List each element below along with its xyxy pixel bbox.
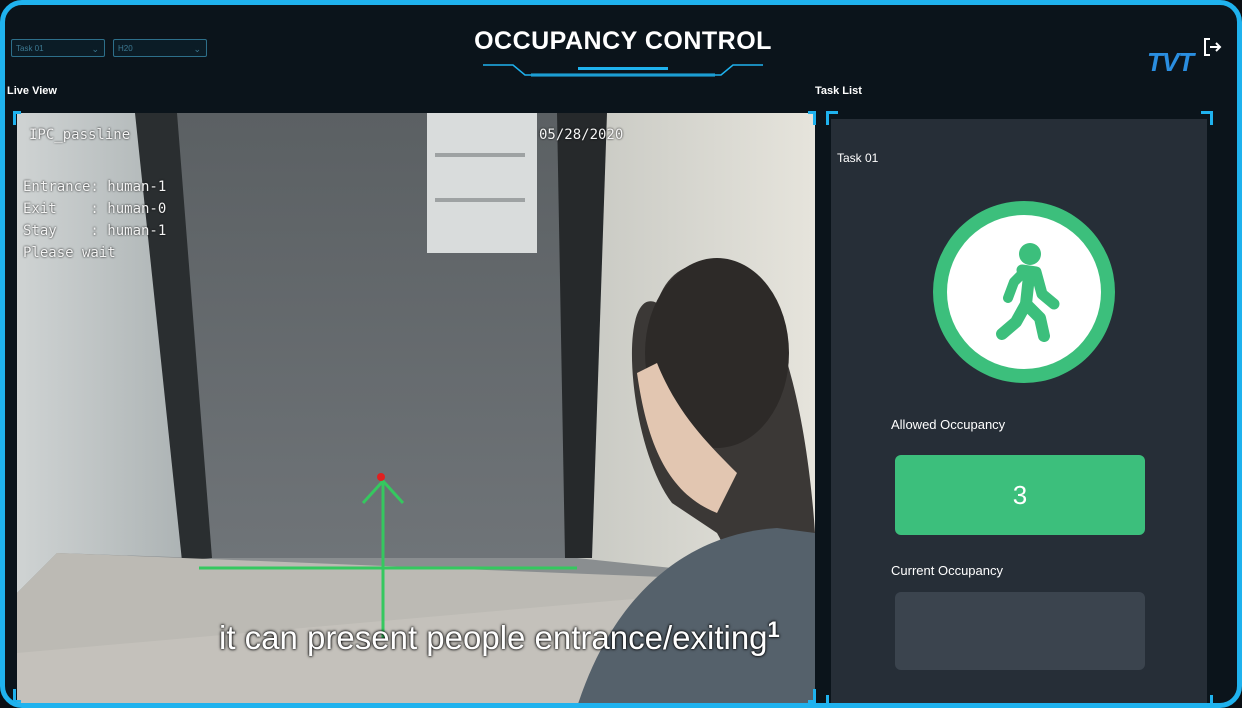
current-occupancy-label: Current Occupancy (891, 563, 1003, 578)
caption-mark: 1 (767, 617, 780, 642)
current-occupancy-value (895, 592, 1145, 670)
live-view-label: Live View (7, 85, 57, 97)
video-caption: it can present people entrance/exiting1 (219, 617, 780, 657)
frame-corner (13, 111, 21, 125)
osd-entrance-count: Entrance: human-1 (23, 179, 167, 195)
walking-person-icon (996, 243, 1060, 342)
osd-stay-count: Stay : human-1 (23, 223, 167, 239)
app-window: Task 01 ⌄ H20 ⌄ OCCUPANCY CONTROL TVT Li… (0, 0, 1242, 708)
allowed-occupancy-label: Allowed Occupancy (891, 417, 1006, 432)
osd-exit-count: Exit : human-0 (23, 201, 167, 217)
osd-status: Please wait (23, 245, 116, 261)
frame-corner (808, 689, 816, 703)
allowed-occupancy-value: 3 (895, 455, 1145, 535)
filter-bar: Task 01 ⌄ H20 ⌄ (11, 39, 207, 57)
task-card-title: Task 01 (837, 151, 879, 165)
task-select[interactable]: Task 01 ⌄ (11, 39, 105, 57)
panel-corner (1201, 111, 1213, 125)
caption-text: it can present people entrance/exiting (219, 619, 768, 656)
osd-datetime: 05/28/2020 (539, 127, 624, 143)
page-title: OCCUPANCY CONTROL (474, 27, 772, 55)
title-underline-decoration (483, 64, 763, 77)
task-list-label: Task List (815, 85, 862, 97)
channel-select-value: H20 (118, 44, 133, 53)
frame-corner (808, 111, 816, 125)
logout-icon[interactable] (1200, 35, 1224, 59)
chevron-down-icon: ⌄ (91, 44, 99, 54)
osd-camera-name: IPC_passline (29, 127, 131, 143)
panel-corner (826, 111, 838, 125)
frame-corner (13, 689, 21, 703)
panel-corner (826, 695, 838, 703)
task-select-value: Task 01 (16, 44, 44, 53)
brand-logo: TVT (1147, 47, 1194, 77)
occupancy-status-indicator (933, 201, 1115, 383)
panel-corner (1201, 695, 1213, 703)
title-banner: OCCUPANCY CONTROL (453, 27, 793, 77)
chevron-down-icon: ⌄ (193, 44, 201, 54)
channel-select[interactable]: H20 ⌄ (113, 39, 207, 57)
task-card[interactable]: Task 01 Allowed Occupancy 3 Current Occu… (831, 119, 1207, 703)
